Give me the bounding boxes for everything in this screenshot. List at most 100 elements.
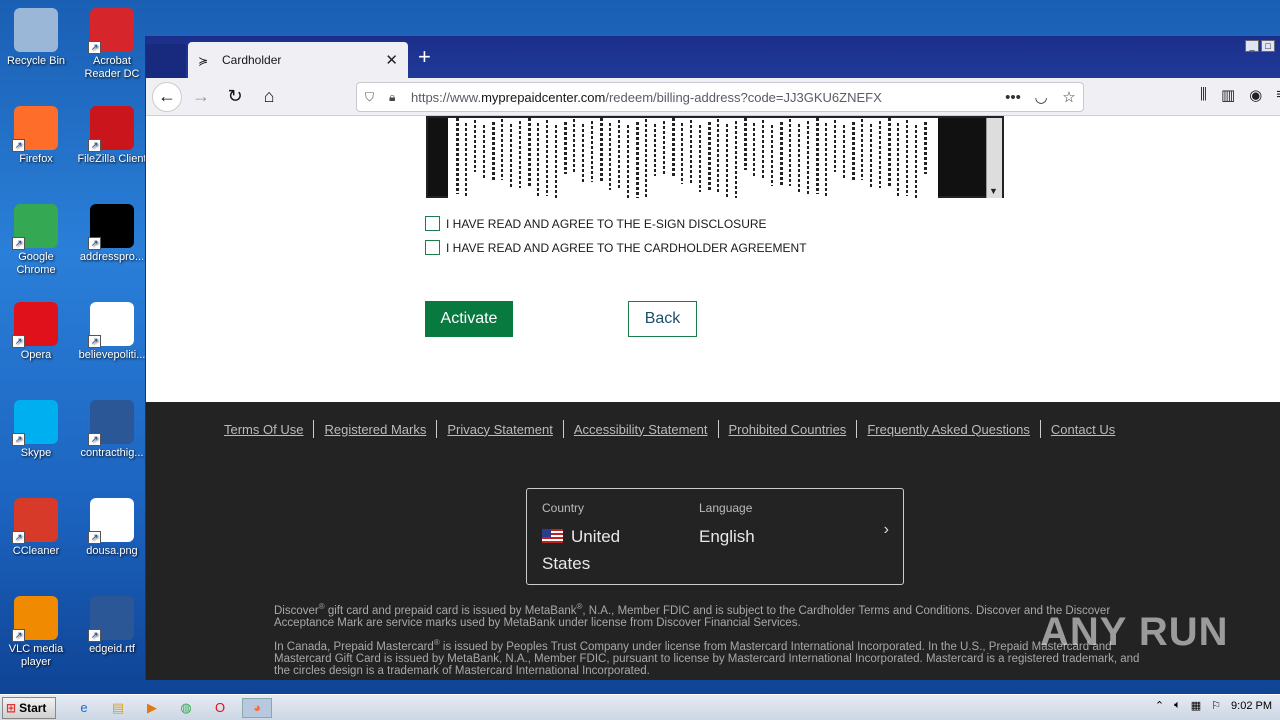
forward-arrow-icon[interactable]: →	[186, 82, 216, 112]
back-button[interactable]: Back	[628, 301, 697, 337]
volume-icon[interactable]: 🔈︎	[1174, 699, 1181, 712]
cardholder-checkbox[interactable]	[425, 240, 440, 255]
desktop-icon[interactable]: ↗ edgeid.rtf	[77, 596, 147, 656]
scroll-down-icon[interactable]: ▼	[989, 186, 998, 196]
footer-link[interactable]: Frequently Asked Questions	[857, 422, 1040, 437]
desktop-icon[interactable]: Recycle Bin	[1, 8, 71, 68]
shortcut-arrow-icon: ↗	[88, 433, 101, 446]
footer-link[interactable]: Privacy Statement	[437, 422, 563, 437]
footer-link[interactable]: Contact Us	[1041, 422, 1125, 437]
opera-taskbar-icon[interactable]: O	[208, 698, 232, 718]
desktop-icon[interactable]: ↗ addresspro...	[77, 204, 147, 264]
footer-link[interactable]: Accessibility Statement	[564, 422, 718, 437]
firefox-taskbar-icon[interactable]: ◕	[242, 697, 272, 718]
sidebar-icon[interactable]: ▥	[1221, 86, 1235, 104]
desktop-icon-label: Google Chrome	[16, 251, 56, 276]
desktop-icon[interactable]: ↗ VLC media player	[1, 596, 71, 669]
clock[interactable]: 9:02 PM	[1231, 700, 1272, 712]
document-text-line	[456, 118, 459, 194]
network-icon[interactable]: ▦	[1191, 699, 1201, 712]
document-text-line	[546, 120, 548, 196]
desktop-icon[interactable]: ↗ Acrobat Reader DC	[77, 8, 147, 81]
shortcut-arrow-icon: ↗	[12, 139, 25, 152]
desktop-icon-label: Acrobat Reader DC	[84, 55, 140, 80]
document-text-line	[528, 118, 531, 188]
desktop-icon[interactable]: ↗ believepoliti...	[77, 302, 147, 362]
document-text-line	[735, 121, 737, 198]
document-text-line	[843, 125, 845, 180]
desktop-icon[interactable]: ↗ dousa.png	[77, 498, 147, 558]
desktop-icon[interactable]: ↗ Firefox	[1, 106, 71, 166]
library-icon[interactable]: ⫼	[1200, 86, 1207, 104]
document-text-line	[636, 122, 639, 198]
maximize-icon[interactable]: □	[1261, 40, 1275, 52]
desktop-icon-label: Recycle Bin	[6, 55, 66, 67]
media-player-taskbar-icon[interactable]: ▶	[140, 698, 164, 718]
opera-icon: ↗	[12, 302, 58, 348]
account-icon[interactable]: ◉	[1249, 86, 1262, 104]
esign-checkbox-row[interactable]: I HAVE READ AND AGREE TO THE E-SIGN DISC…	[425, 216, 767, 231]
country-column: Country United States	[542, 501, 620, 577]
desktop-icon-label: VLC media player	[8, 643, 64, 668]
explorer-taskbar-icon[interactable]: ▤	[106, 698, 130, 718]
desktop-icon-label: Firefox	[19, 153, 53, 165]
desktop-icon-label: Opera	[20, 349, 52, 361]
acrobat-icon: ↗	[88, 8, 134, 54]
bookmark-star-icon[interactable]: ☆	[1055, 88, 1083, 106]
tab-close-icon[interactable]: ✕	[385, 51, 398, 69]
back-arrow-icon[interactable]: ←	[152, 81, 182, 112]
url-bar[interactable]: ⛉ 🔒︎ https://www.myprepaidcenter.com/red…	[356, 82, 1084, 112]
action-center-flag-icon[interactable]: ⚐	[1211, 699, 1221, 712]
footer-link[interactable]: Prohibited Countries	[719, 422, 857, 437]
document-text-line	[744, 118, 747, 170]
tab-bar: ≽ Cardholder ✕ + _ □	[146, 36, 1280, 78]
desktop-icon[interactable]: ↗ Skype	[1, 400, 71, 460]
document-text-line	[924, 122, 927, 174]
document-text-line	[852, 122, 855, 180]
ie-taskbar-icon[interactable]: e	[72, 698, 96, 718]
cardholder-checkbox-row[interactable]: I HAVE READ AND AGREE TO THE CARDHOLDER …	[425, 240, 807, 255]
desktop-icon[interactable]: ↗ Google Chrome	[1, 204, 71, 277]
desktop-icon-label: believepoliti...	[78, 349, 146, 361]
document-text-line	[627, 125, 629, 198]
agreement-scroll-box[interactable]: ▼	[426, 116, 1004, 198]
desktop-icon-label: contracthig...	[80, 447, 144, 459]
desktop-icon[interactable]: ↗ contracthig...	[77, 400, 147, 460]
document-text-line	[591, 121, 593, 182]
document-text-line	[726, 124, 728, 198]
lock-icon[interactable]: 🔒︎	[389, 90, 403, 105]
agreement-scrollbar[interactable]: ▼	[986, 118, 1002, 198]
country-value: United States	[542, 527, 621, 573]
chevron-right-icon[interactable]: ›	[884, 521, 889, 539]
menu-icon[interactable]: ≡	[1276, 86, 1280, 104]
url-text[interactable]: https://www.myprepaidcenter.com/redeem/b…	[411, 90, 999, 105]
home-icon[interactable]: ⌂	[254, 82, 284, 112]
page-actions-icon[interactable]: •••	[999, 89, 1027, 106]
tracking-shield-icon[interactable]: ⛉	[365, 90, 381, 105]
activate-button[interactable]: Activate	[425, 301, 513, 337]
start-button[interactable]: ⊞ Start	[2, 696, 56, 719]
new-tab-button[interactable]: +	[418, 46, 431, 68]
footer-link[interactable]: Terms Of Use	[214, 422, 313, 437]
esign-checkbox[interactable]	[425, 216, 440, 231]
tab-cardholder[interactable]: ≽ Cardholder ✕	[188, 42, 408, 78]
document-text-line	[582, 124, 584, 182]
document-text-line	[879, 121, 881, 188]
footer-link[interactable]: Registered Marks	[314, 422, 436, 437]
toolbar-icons: ⫼ ▥ ◉ ≡	[1200, 86, 1280, 104]
document-text-line	[519, 121, 521, 188]
desktop-icon[interactable]: ↗ Opera	[1, 302, 71, 362]
desktop-icon-label: edgeid.rtf	[89, 643, 135, 655]
locale-selector[interactable]: Country United States Language English ›	[526, 488, 904, 585]
desktop-icon-label: dousa.png	[86, 545, 138, 557]
chrome-taskbar-icon[interactable]: ◍	[174, 698, 198, 718]
desktop-icon[interactable]: ↗ FileZilla Client	[77, 106, 147, 166]
footer-links: Terms Of Use Registered Marks Privacy Stat…	[214, 420, 1125, 438]
minimize-icon[interactable]: _	[1245, 40, 1259, 52]
tray-expand-icon[interactable]: ⌃	[1155, 699, 1164, 712]
shortcut-arrow-icon: ↗	[88, 41, 101, 54]
reload-icon[interactable]: ↻	[220, 82, 250, 112]
pocket-icon[interactable]: ◡	[1027, 88, 1055, 106]
document-text-line	[717, 119, 719, 192]
desktop-icon[interactable]: ↗ CCleaner	[1, 498, 71, 558]
